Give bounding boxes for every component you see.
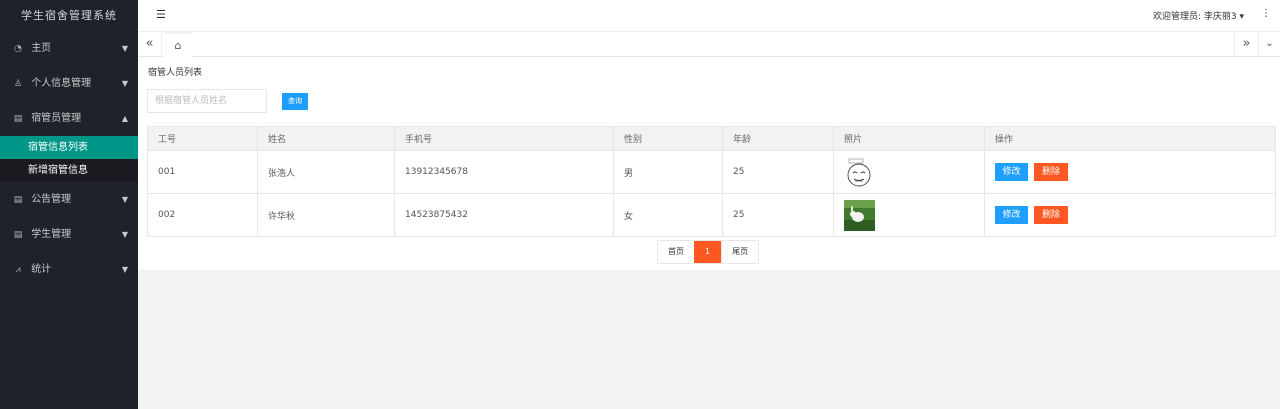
cell-name: 许华秋 xyxy=(257,193,395,237)
search-button[interactable]: 查询 xyxy=(282,93,308,110)
sidebar-item-home[interactable]: ◔ 主页 ▼ xyxy=(0,31,138,66)
list-icon: ▤ xyxy=(13,114,23,124)
manager-table: 工号 姓名 手机号 性别 年龄 照片 操作 001 张浩人 1391234567… xyxy=(147,126,1276,237)
chevron-down-icon: ▼ xyxy=(121,44,128,53)
sidebar-item-student[interactable]: ▤ 学生管理 ▼ xyxy=(0,217,138,252)
cell-age: 25 xyxy=(722,150,834,194)
edit-button[interactable]: 修改 xyxy=(995,206,1028,224)
sidebar-item-dorm-manager[interactable]: ▤ 宿管员管理 ▲ xyxy=(0,101,138,136)
cell-photo xyxy=(833,150,985,194)
tab-prev-icon[interactable]: « xyxy=(138,32,162,57)
column-header: 手机号 xyxy=(394,126,614,151)
app-logo-title: 学生宿舍管理系统 xyxy=(0,0,138,31)
chevron-down-icon: ▼ xyxy=(121,230,128,239)
current-page-number[interactable]: 1 xyxy=(694,241,722,263)
edit-button[interactable]: 修改 xyxy=(995,163,1028,181)
sidebar-item-label: 主页 xyxy=(31,43,52,54)
cell-id: 001 xyxy=(147,150,258,194)
caret-down-icon: ▾ xyxy=(1239,12,1244,22)
sidebar-item-personal-info[interactable]: ♙ 个人信息管理 ▼ xyxy=(0,66,138,101)
table-row: 001 张浩人 13912345678 男 25 修改 删除 xyxy=(147,150,1276,194)
home-tab-icon[interactable]: ⌂ xyxy=(164,32,192,57)
sidebar-item-stats[interactable]: ⩘ 统计 ▼ xyxy=(0,252,138,287)
cell-name: 张浩人 xyxy=(257,150,395,194)
column-header: 年龄 xyxy=(722,126,834,151)
top-header: ☰ 欢迎管理员: 李庆丽3 ▾ ⋮ xyxy=(138,0,1280,31)
cell-photo xyxy=(833,193,985,237)
notice-icon: ▤ xyxy=(13,195,23,205)
delete-button[interactable]: 删除 xyxy=(1034,163,1068,181)
table-row: 002 许华秋 14523875432 女 25 修改 删除 xyxy=(147,193,1276,237)
column-header: 操作 xyxy=(984,126,1276,151)
chevron-down-icon: ▼ xyxy=(121,79,128,88)
cell-age: 25 xyxy=(722,193,834,237)
admin-welcome-text: 欢迎管理员: 李庆丽3 xyxy=(1152,12,1237,22)
sidebar: 学生宿舍管理系统 ◔ 主页 ▼ ♙ 个人信息管理 ▼ ▤ 宿管员管理 ▲ 宿管信… xyxy=(0,0,138,409)
column-header: 性别 xyxy=(613,126,723,151)
cell-gender: 女 xyxy=(613,193,723,237)
menu-toggle-icon[interactable]: ☰ xyxy=(156,8,166,21)
chart-icon: ⩘ xyxy=(15,265,21,275)
user-icon: ♙ xyxy=(13,79,23,89)
sidebar-item-label: 个人信息管理 xyxy=(31,78,92,89)
table-header-row: 工号 姓名 手机号 性别 年龄 照片 操作 xyxy=(147,126,1276,151)
sidebar-item-label: 宿管员管理 xyxy=(31,113,82,124)
chevron-down-icon[interactable]: ⌄ xyxy=(1258,32,1280,57)
delete-button[interactable]: 删除 xyxy=(1034,206,1068,224)
rabbit-photo xyxy=(844,199,875,231)
admin-welcome[interactable]: 欢迎管理员: 李庆丽3 ▾ xyxy=(1153,9,1244,22)
page-title: 宿管人员列表 xyxy=(148,68,203,78)
sidebar-subitem-add-manager[interactable]: 新增宿管信息 xyxy=(0,159,138,182)
sidebar-item-label: 统计 xyxy=(31,264,52,275)
main-content: 宿管人员列表 查询 工号 姓名 手机号 性别 年龄 照片 操作 001 张浩人 … xyxy=(138,57,1280,270)
cell-phone: 13912345678 xyxy=(394,150,614,194)
tab-bar: « ⌂ » ⌄ xyxy=(138,31,1280,57)
cell-id: 002 xyxy=(147,193,258,237)
sidebar-item-label: 公告管理 xyxy=(31,194,72,205)
cell-phone: 14523875432 xyxy=(394,193,614,237)
column-header: 照片 xyxy=(833,126,985,151)
sidebar-submenu: 宿管信息列表 新增宿管信息 xyxy=(0,136,138,182)
first-page-link[interactable]: 首页 xyxy=(658,241,694,263)
cell-gender: 男 xyxy=(613,150,723,194)
cartoon-face-photo xyxy=(844,156,875,188)
column-header: 姓名 xyxy=(257,126,395,151)
last-page-link[interactable]: 尾页 xyxy=(721,241,759,263)
sidebar-item-notice[interactable]: ▤ 公告管理 ▼ xyxy=(0,182,138,217)
search-input[interactable] xyxy=(147,89,267,113)
chevron-down-icon: ▼ xyxy=(121,265,128,274)
dashboard-icon: ◔ xyxy=(14,44,22,54)
column-header: 工号 xyxy=(147,126,258,151)
cell-actions: 修改 删除 xyxy=(984,193,1276,237)
sidebar-item-label: 学生管理 xyxy=(31,229,72,240)
chevron-up-icon: ▲ xyxy=(121,114,128,123)
pagination: 首页 1 尾页 xyxy=(657,240,760,264)
chevron-down-icon: ▼ xyxy=(121,195,128,204)
tab-next-icon[interactable]: » xyxy=(1234,32,1258,57)
more-vertical-icon[interactable]: ⋮ xyxy=(1261,8,1271,19)
student-icon: ▤ xyxy=(13,230,23,240)
cell-actions: 修改 删除 xyxy=(984,150,1276,194)
sidebar-subitem-manager-list[interactable]: 宿管信息列表 xyxy=(0,136,138,159)
